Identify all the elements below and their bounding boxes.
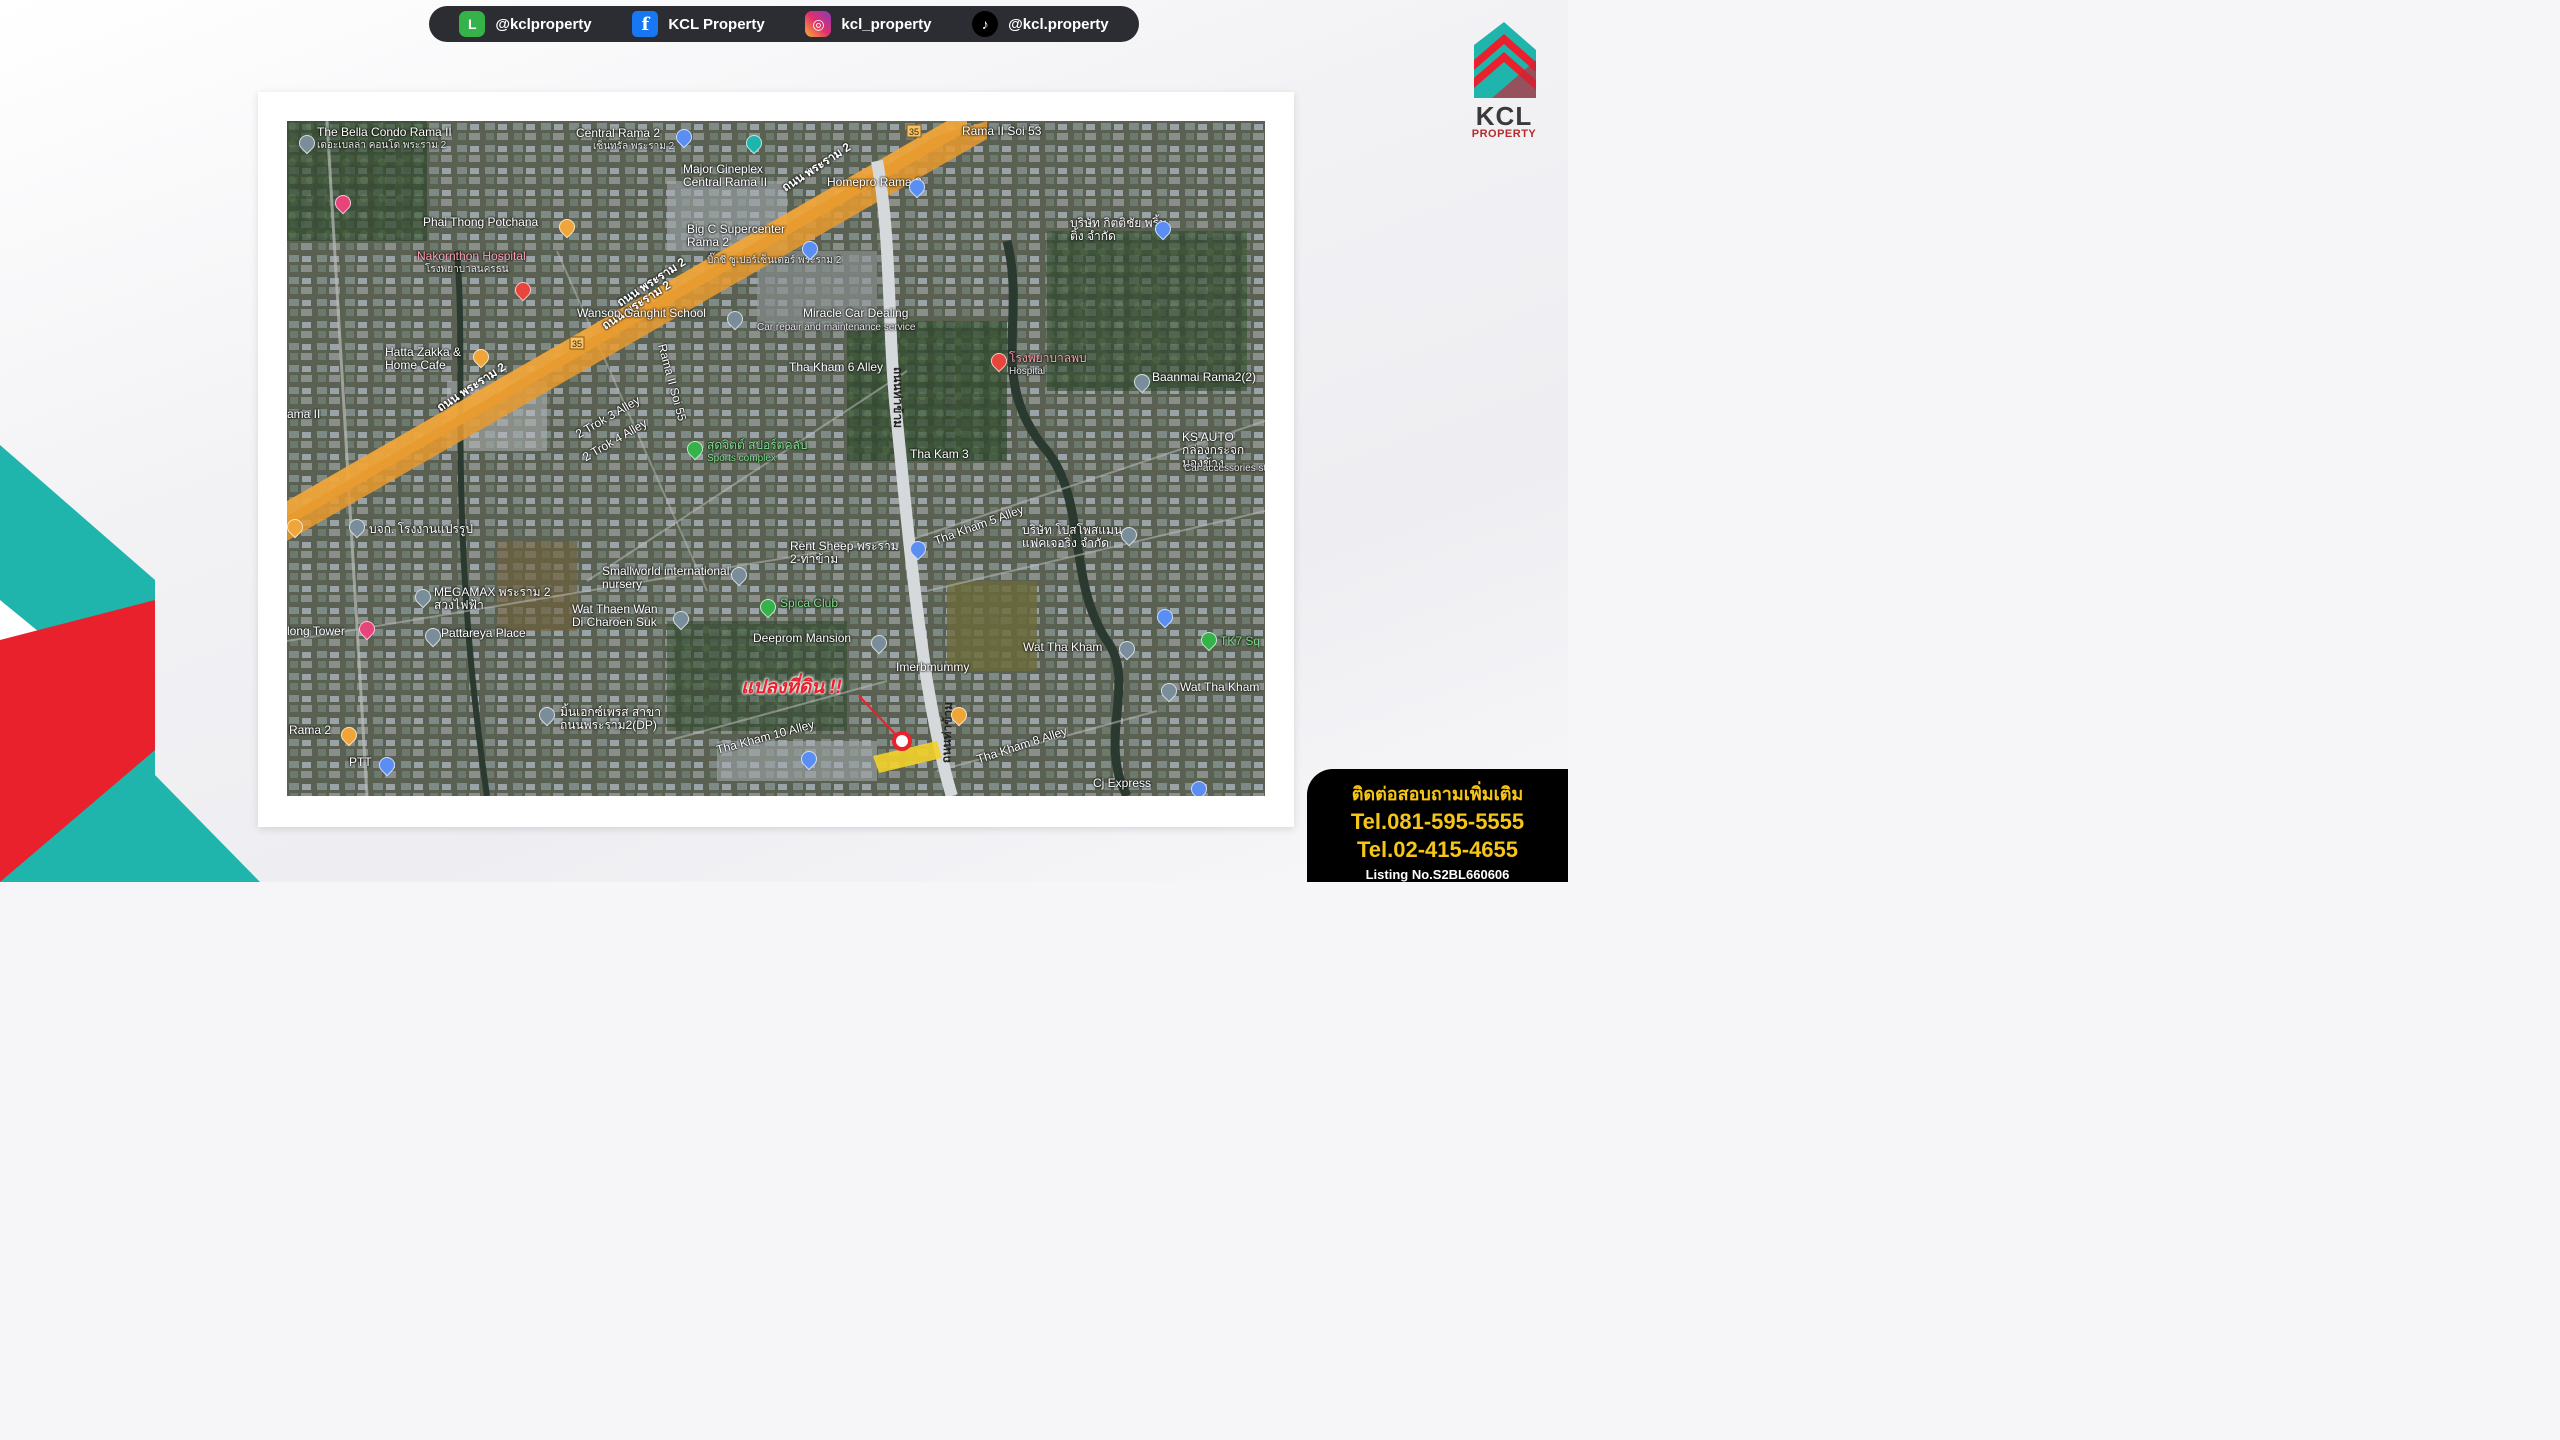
social-tiktok[interactable]: ♪ @kcl.property: [972, 11, 1109, 37]
social-bar: L @kclproperty f KCL Property ◎ kcl_prop…: [429, 6, 1139, 42]
map-label: The Bella Condo Rama II: [317, 125, 452, 139]
map-label: Wat Thaen Wan Di Charoen Suk: [572, 602, 658, 629]
map-label: มิ้นเอกซ์เพรส สาขาถนนพระราม2(DP): [560, 705, 661, 732]
map-label: TK7 Sq: [1220, 634, 1261, 648]
road-shield-2: 35: [909, 127, 920, 137]
map-label: Deeprom Mansion: [753, 631, 852, 645]
social-facebook-label: KCL Property: [668, 15, 765, 33]
parcel-label: แปลงที่ดิน !!: [741, 677, 843, 698]
instagram-icon: ◎: [805, 11, 832, 37]
map-label: Miracle Car Dealing: [803, 306, 909, 320]
map-label: บริษัท โปสโพสแมน แฟคเจอริ่ง จำกัด: [1022, 523, 1123, 550]
map-label: สุดจิตต์ สปอร์ตคลับ: [707, 438, 808, 452]
social-line[interactable]: L @kclproperty: [459, 11, 592, 37]
map-label: Nakornthon Hospital: [417, 249, 526, 263]
map-label: long Tower: [287, 624, 345, 638]
logo-sub: PROPERTY: [1471, 128, 1537, 140]
social-tiktok-label: @kcl.property: [1008, 15, 1109, 33]
map-label: Rama 2: [289, 723, 332, 737]
map-label: Sports complex: [707, 453, 776, 464]
map-label: Car accessories store: [1184, 463, 1265, 474]
map-label: Cj Express: [1093, 776, 1152, 790]
map-label: Tha Kham 6 Alley: [789, 360, 884, 374]
contact-heading: ติดต่อสอบถามเพิ่มเติม: [1351, 784, 1524, 804]
map-label: Central Rama 2: [576, 126, 661, 140]
map-label: Car repair and maintenance service: [757, 322, 916, 333]
map-label: บจก. โรงงานแปรรูป: [369, 522, 473, 536]
map-label: Baanmai Rama2(2): [1152, 370, 1257, 384]
map-label: PTT: [349, 755, 372, 769]
decorative-shapes: [0, 445, 260, 882]
parcel-marker-icon[interactable]: [893, 732, 911, 750]
map-label: บิ๊กซี ซูเปอร์เซ็นเตอร์ พระราม 2: [707, 255, 842, 266]
contact-box: ติดต่อสอบถามเพิ่มเติม Tel.081-595-5555 T…: [1307, 769, 1568, 882]
map-label: เซ็นทรัล พระราม 2: [593, 141, 675, 152]
tiktok-icon: ♪: [972, 11, 999, 37]
social-line-label: @kclproperty: [495, 15, 592, 33]
map-label: Phai Thong Potchana: [423, 215, 539, 229]
contact-tel-2[interactable]: Tel.02-415-4655: [1307, 836, 1568, 864]
map-label: Wat Tha Kham: [1023, 640, 1103, 654]
social-instagram[interactable]: ◎ kcl_property: [805, 11, 931, 37]
map-label: โรงพยาบาลพบ: [1009, 351, 1087, 365]
line-icon: L: [459, 11, 486, 37]
map-label: Imerbmummy: [896, 660, 970, 674]
listing-number: Listing No.S2BL660606: [1365, 867, 1510, 882]
map-label: Rent Sheep พระราม 2-ท่าข้าม: [790, 539, 899, 566]
map-label: Hatta Zakka & Home Cafe: [385, 345, 462, 372]
social-facebook[interactable]: f KCL Property: [632, 11, 765, 37]
map-label: Smallworld international nursery: [602, 564, 730, 591]
map-label: Wanson Ganghit School: [577, 306, 706, 320]
map-label: ama II: [287, 407, 321, 421]
map-label: Spica Club: [780, 596, 839, 610]
social-instagram-label: kcl_property: [841, 15, 932, 33]
map-label: Rama II Soi 53: [962, 124, 1042, 138]
map-label: เดอะเบลล่า คอนโด พระราม 2: [317, 140, 447, 151]
road-shield-1: 35: [572, 339, 583, 349]
map-label: Major Cineplex Central Rama II: [683, 162, 768, 189]
map-label: Big C Supercenter Rama 2: [687, 222, 786, 249]
satellite-map[interactable]: ถนน พระราม 2 ถนน พระราม 2 ถนน พระราม 2 ถ…: [287, 121, 1265, 796]
map-label: Homepro Rama 2: [827, 175, 922, 189]
map-label: โรงพยาบาลนครธน: [425, 264, 509, 275]
map-label: Hospital: [1009, 366, 1046, 377]
facebook-icon: f: [632, 11, 659, 37]
contact-tel-1[interactable]: Tel.081-595-5555: [1307, 808, 1568, 836]
map-label: MEGAMAX พระราม 2 สวงไฟฟ้า: [434, 585, 551, 612]
road-label-thakham-1: ถนนท่าข้าม: [891, 366, 906, 429]
map-label: Wat Tha Kham: [1180, 680, 1260, 694]
map-label: Pattareya Place: [441, 626, 526, 640]
map-label: Tha Kam 3: [910, 447, 969, 461]
